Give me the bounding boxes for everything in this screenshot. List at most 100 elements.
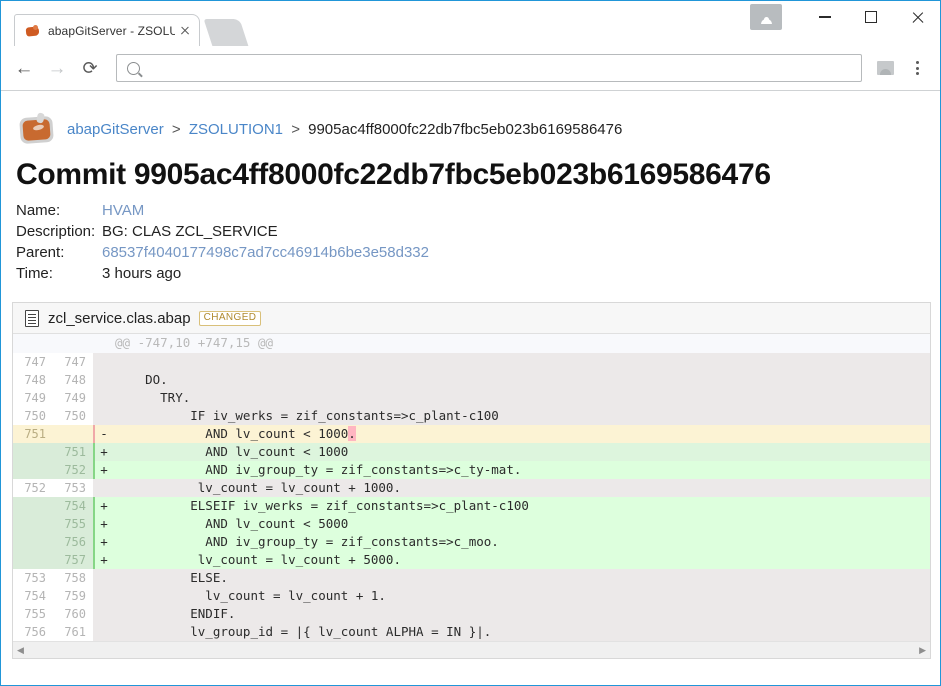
diff-line-code: TRY. [113,389,930,407]
abapgit-favicon-icon [25,23,41,39]
abapgit-logo-icon [17,111,57,147]
tab-title: abapGitServer - ZSOLUTI [48,23,175,38]
address-input[interactable] [148,60,851,76]
scroll-left-arrow-icon[interactable]: ◀ [17,645,24,655]
line-number-old [13,461,53,479]
scroll-right-arrow-icon[interactable]: ▶ [919,645,926,655]
line-number-new: 748 [53,371,93,389]
breadcrumb: abapGitServer > ZSOLUTION1 > 9905ac4ff80… [67,121,622,138]
back-arrow-icon: ← [14,57,34,79]
meta-row-parent: Parent: 68537f4040177498c7ad7cc46914b6be… [16,242,940,263]
meta-label-time: Time: [16,265,53,282]
breadcrumb-separator-1: > [171,120,181,138]
diff-line-add: 751 + AND lv_count < 1000 [13,443,930,461]
minimize-button[interactable] [802,1,848,33]
line-number-old [13,515,53,533]
diff-line-code: lv_group_id = |{ lv_count ALPHA = IN }|. [113,623,930,641]
diff-line-marker: + [93,443,113,461]
diff-line-ctx: 753 758 ELSE. [13,569,930,587]
diff-line-ctx: 755 760 ENDIF. [13,605,930,623]
new-tab-button[interactable] [203,19,249,46]
hunk-header-text: @@ -747,10 +747,15 @@ [113,334,930,353]
commit-metadata: Name: HVAM Description: BG: CLAS ZCL_SER… [16,200,940,284]
line-number-old [13,443,53,461]
line-number-old: 752 [13,479,53,497]
line-number-new: 757 [53,551,93,569]
diff-line-add_bright: 755 + AND lv_count < 5000 [13,515,930,533]
maximize-button[interactable] [848,1,894,33]
meta-value-parent: 68537f4040177498c7ad7cc46914b6be3e58d332 [102,242,429,263]
diff-horizontal-scrollbar[interactable]: ◀ ▶ [13,641,930,658]
line-number-old: 751 [13,425,53,443]
diff-line-code: AND iv_group_ty = zif_constants=>c_moo. [113,533,930,551]
hunk-gutter-old [13,334,53,353]
diff-line-del: 751 - AND lv_count < 1000. [13,425,930,443]
diff-file-name: zcl_service.clas.abap [48,309,191,327]
reload-icon: ⟳ [82,58,98,78]
browser-toolbar: ← → ⟳ [1,46,940,91]
user-profile-icon[interactable] [750,4,782,30]
browser-window: abapGitServer - ZSOLUTI ← → ⟳ abapGitSer… [0,0,941,686]
breadcrumb-link-root[interactable]: abapGitServer [67,121,164,138]
parent-commit-link[interactable]: 68537f4040177498c7ad7cc46914b6be3e58d332 [102,244,429,261]
line-number-new: 755 [53,515,93,533]
line-number-new: 752 [53,461,93,479]
page-bottom-filler [2,659,940,675]
three-dot-menu-icon[interactable] [904,55,930,81]
meta-label-parent: Parent: [16,244,65,261]
author-link[interactable]: HVAM [102,202,144,219]
diff-line-marker: + [93,551,113,569]
forward-arrow-icon: → [47,57,67,79]
diff-line-marker [93,407,113,425]
diff-line-code: lv_count = lv_count + 5000. [113,551,930,569]
diff-line-code: ELSEIF iv_werks = zif_constants=>c_plant… [113,497,930,515]
line-number-new: 750 [53,407,93,425]
status-badge: CHANGED [198,310,262,326]
line-number-old: 755 [13,605,53,623]
reload-button[interactable]: ⟳ [75,53,105,83]
diff-line-marker [93,587,113,605]
diff-line-marker [93,479,113,497]
line-number-new: 754 [53,497,93,515]
diff-line-marker [93,569,113,587]
line-number-new: 749 [53,389,93,407]
diff-line-ctx: 756 761 lv_group_id = |{ lv_count ALPHA =… [13,623,930,641]
window-close-button[interactable] [894,1,940,33]
line-number-new: 747 [53,353,93,371]
line-number-new: 758 [53,569,93,587]
diff-hunk-header: @@ -747,10 +747,15 @@ [13,334,930,353]
forward-button[interactable]: → [42,53,72,83]
window-controls [750,1,940,33]
diff-line-code: lv_count = lv_count + 1. [113,587,930,605]
diff-line-marker [93,371,113,389]
tab-close-icon[interactable] [177,23,193,39]
back-button[interactable]: ← [9,53,39,83]
diff-line-ctx: 747 747 [13,353,930,371]
diff-line-code: DO. [113,371,930,389]
page-content: abapGitServer > ZSOLUTION1 > 9905ac4ff80… [2,92,940,685]
diff-line-add_bright: 752 + AND iv_group_ty = zif_constants=>c_… [13,461,930,479]
diff-line-marker: + [93,533,113,551]
line-number-old: 750 [13,407,53,425]
breadcrumb-current-commit: 9905ac4ff8000fc22db7fbc5eb023b6169586476 [308,120,623,138]
diff-file-header: zcl_service.clas.abap CHANGED [13,303,930,334]
diff-line-marker [93,605,113,623]
hunk-gutter-new [53,334,93,353]
browser-tabstrip: abapGitServer - ZSOLUTI [1,1,940,46]
diff-line-ctx: 752 753 lv_count = lv_count + 1000. [13,479,930,497]
file-document-icon [25,309,39,327]
diff-line-marker: + [93,461,113,479]
breadcrumb-link-repo[interactable]: ZSOLUTION1 [189,121,283,138]
line-number-new: 760 [53,605,93,623]
meta-row-description: Description: BG: CLAS ZCL_SERVICE [16,221,940,242]
meta-label-name: Name: [16,202,61,219]
line-number-new [53,425,93,443]
meta-value-name: HVAM [102,200,144,221]
browser-tab-active[interactable]: abapGitServer - ZSOLUTI [14,14,200,46]
meta-value-description: BG: CLAS ZCL_SERVICE [102,223,278,240]
diff-line-code: AND iv_group_ty = zif_constants=>c_ty-ma… [113,461,930,479]
address-bar[interactable] [116,54,862,82]
diff-line-add_bright: 757 + lv_count = lv_count + 5000. [13,551,930,569]
breadcrumb-separator-2: > [291,120,300,138]
broken-image-icon[interactable] [872,55,898,81]
